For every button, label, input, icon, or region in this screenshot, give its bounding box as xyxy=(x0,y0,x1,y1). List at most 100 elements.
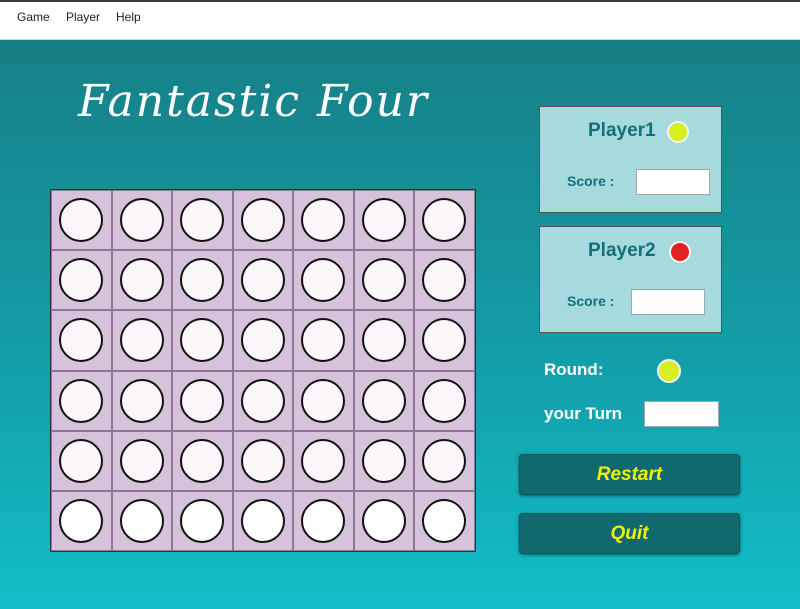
board-slot[interactable] xyxy=(59,378,103,423)
board-slot[interactable] xyxy=(180,258,225,303)
board-cell[interactable] xyxy=(293,430,354,491)
player2-score-field[interactable] xyxy=(631,289,705,315)
board-slot[interactable] xyxy=(301,378,346,423)
board-slot[interactable] xyxy=(240,438,285,483)
board-cell[interactable] xyxy=(111,250,173,311)
board-cell[interactable] xyxy=(111,370,173,431)
board-cell[interactable] xyxy=(232,370,294,431)
board-slot[interactable] xyxy=(422,498,467,543)
board-cell[interactable] xyxy=(414,490,476,552)
board-cell[interactable] xyxy=(172,430,233,491)
board-slot[interactable] xyxy=(59,438,103,483)
board-slot[interactable] xyxy=(119,498,164,543)
menu-help[interactable]: Help xyxy=(116,10,141,24)
board-cell[interactable] xyxy=(51,190,112,251)
board-cell[interactable] xyxy=(51,310,112,371)
board-cell[interactable] xyxy=(172,370,233,431)
board-slot[interactable] xyxy=(180,498,225,543)
board-slot[interactable] xyxy=(422,378,467,423)
board-cell[interactable] xyxy=(353,370,415,431)
board-slot[interactable] xyxy=(361,438,406,483)
board-slot[interactable] xyxy=(119,198,164,242)
board-cell[interactable] xyxy=(293,190,354,251)
player2-score-label: Score : xyxy=(567,293,615,309)
game-title: Fantastic Four xyxy=(78,76,429,127)
board-cell[interactable] xyxy=(111,430,173,491)
board-cell[interactable] xyxy=(172,250,233,311)
player1-name: Player1 xyxy=(588,120,656,141)
board-cell[interactable] xyxy=(51,490,112,552)
board-slot[interactable] xyxy=(361,198,406,242)
board-slot[interactable] xyxy=(301,198,346,242)
restart-button[interactable]: Restart xyxy=(519,454,740,495)
board-slot[interactable] xyxy=(180,438,225,483)
board-cell[interactable] xyxy=(51,430,112,491)
board-cell[interactable] xyxy=(414,370,476,431)
board-cell[interactable] xyxy=(414,310,476,371)
board-cell[interactable] xyxy=(172,490,233,552)
board-cell[interactable] xyxy=(172,190,233,251)
board-cell[interactable] xyxy=(293,370,354,431)
board-cell[interactable] xyxy=(353,250,415,311)
turn-field[interactable] xyxy=(644,401,719,427)
board-slot[interactable] xyxy=(422,438,467,483)
board-cell[interactable] xyxy=(293,310,354,371)
menu-player[interactable]: Player xyxy=(66,10,100,24)
current-player-indicator xyxy=(657,359,681,383)
board-slot[interactable] xyxy=(59,258,103,303)
board-slot[interactable] xyxy=(180,198,225,242)
board-slot[interactable] xyxy=(361,258,406,303)
board-slot[interactable] xyxy=(240,258,285,303)
turn-label: your Turn xyxy=(544,404,623,423)
board-slot[interactable] xyxy=(301,258,346,303)
board-slot[interactable] xyxy=(59,498,103,543)
board-slot[interactable] xyxy=(361,378,406,423)
board-cell[interactable] xyxy=(414,430,476,491)
board-cell[interactable] xyxy=(353,490,415,552)
board-slot[interactable] xyxy=(361,318,406,363)
board-cell[interactable] xyxy=(353,190,415,251)
menu-bar: Game Player Help xyxy=(0,2,800,40)
board-slot[interactable] xyxy=(180,318,225,363)
board-cell[interactable] xyxy=(293,250,354,311)
board-slot[interactable] xyxy=(59,198,103,242)
board-cell[interactable] xyxy=(353,310,415,371)
board-slot[interactable] xyxy=(240,198,285,242)
board-cell[interactable] xyxy=(414,250,476,311)
board-slot[interactable] xyxy=(119,438,164,483)
main-content: Fantastic Four Player1 Score : Player2 S… xyxy=(0,40,800,609)
board-cell[interactable] xyxy=(414,190,476,251)
board-cell[interactable] xyxy=(293,490,354,552)
player1-panel: Player1 Score : xyxy=(539,106,722,213)
menu-game[interactable]: Game xyxy=(17,10,50,24)
board-cell[interactable] xyxy=(111,310,173,371)
board-slot[interactable] xyxy=(422,198,467,242)
board-slot[interactable] xyxy=(240,378,285,423)
board-slot[interactable] xyxy=(59,318,103,363)
board-slot[interactable] xyxy=(119,378,164,423)
board-cell[interactable] xyxy=(232,430,294,491)
board-cell[interactable] xyxy=(232,310,294,371)
board-slot[interactable] xyxy=(422,318,467,363)
quit-button[interactable]: Quit xyxy=(519,513,740,554)
player1-score-field[interactable] xyxy=(636,169,710,195)
board-cell[interactable] xyxy=(232,490,294,552)
board-slot[interactable] xyxy=(422,258,467,303)
board-cell[interactable] xyxy=(51,250,112,311)
board-slot[interactable] xyxy=(301,498,346,543)
board-slot[interactable] xyxy=(361,498,406,543)
board-slot[interactable] xyxy=(180,378,225,423)
board-slot[interactable] xyxy=(240,498,285,543)
board-cell[interactable] xyxy=(111,490,173,552)
board-cell[interactable] xyxy=(51,370,112,431)
board-cell[interactable] xyxy=(111,190,173,251)
board-cell[interactable] xyxy=(232,250,294,311)
board-slot[interactable] xyxy=(119,318,164,363)
board-slot[interactable] xyxy=(119,258,164,303)
board-slot[interactable] xyxy=(301,318,346,363)
board-slot[interactable] xyxy=(301,438,346,483)
board-cell[interactable] xyxy=(353,430,415,491)
board-cell[interactable] xyxy=(232,190,294,251)
board-slot[interactable] xyxy=(240,318,285,363)
board-cell[interactable] xyxy=(172,310,233,371)
